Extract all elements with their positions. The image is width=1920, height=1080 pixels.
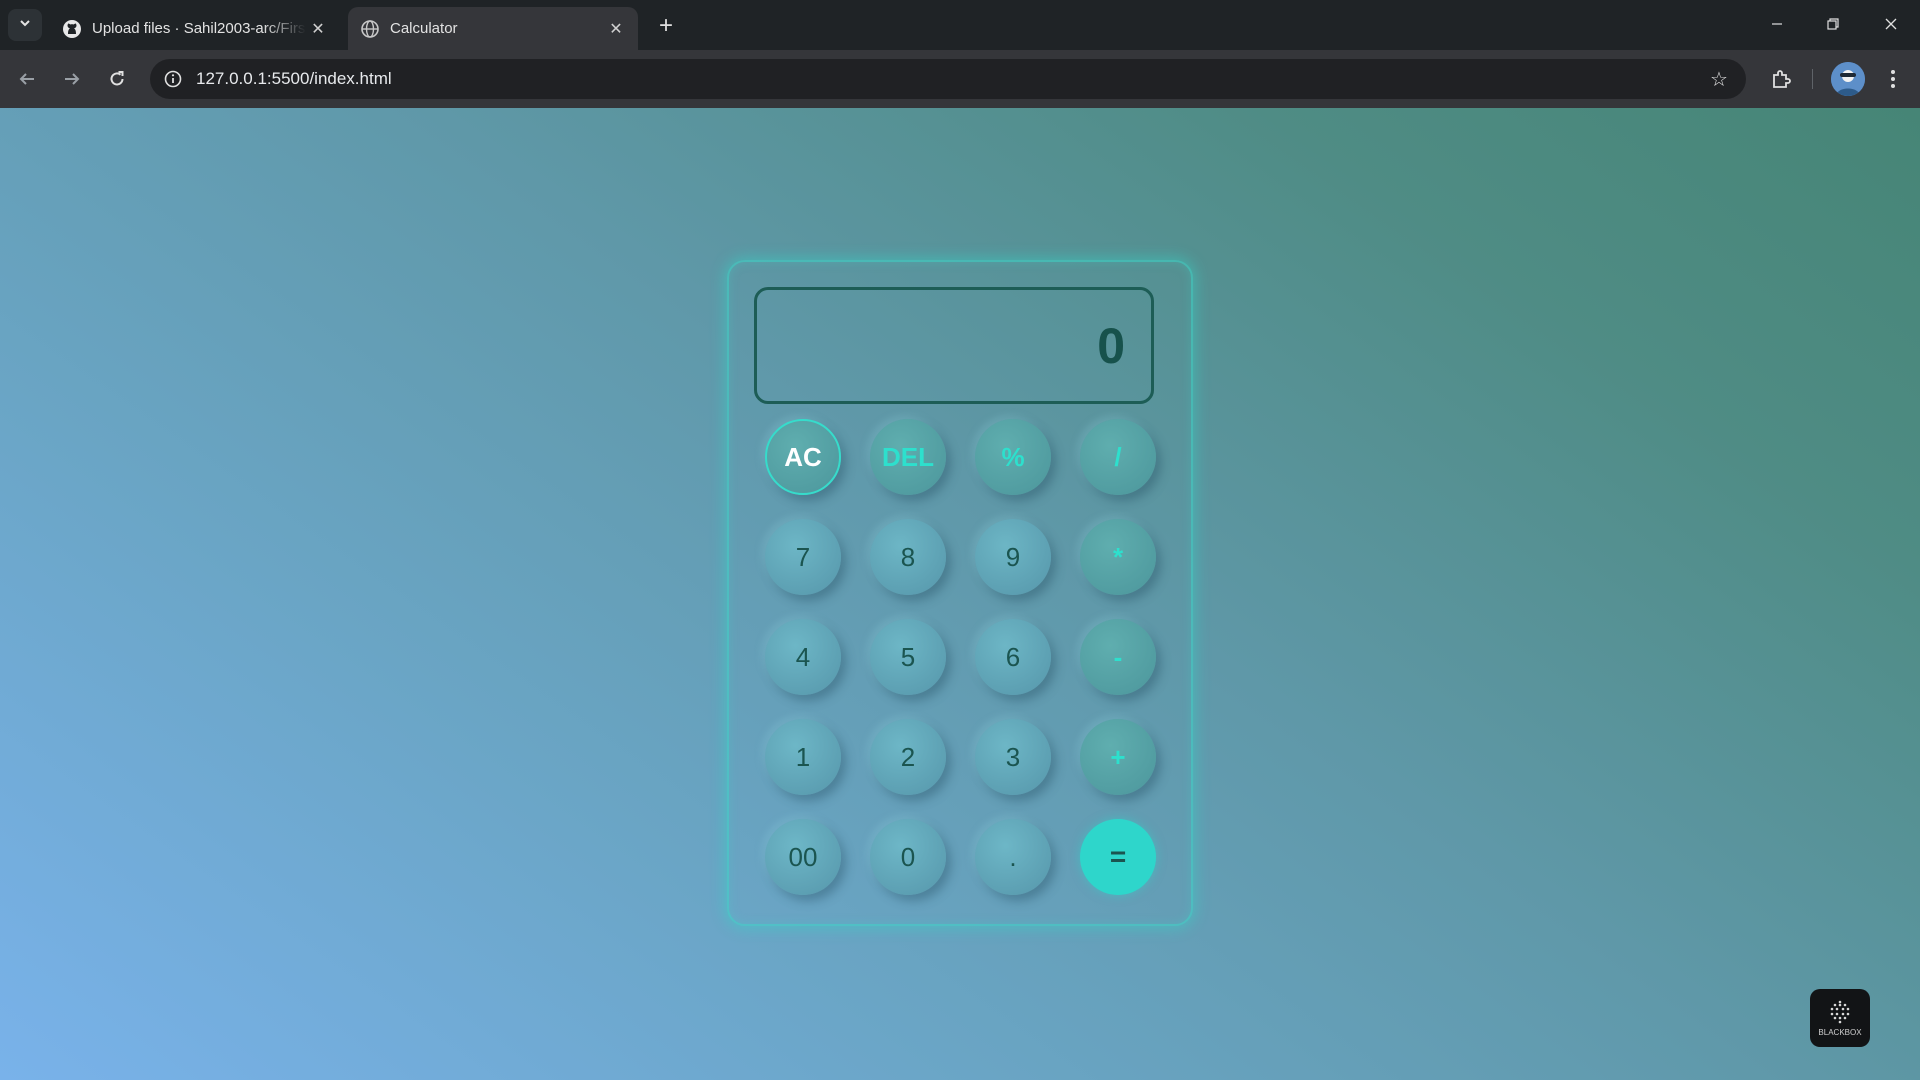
site-info-icon[interactable]: [162, 68, 184, 90]
key-multiply[interactable]: *: [1080, 519, 1156, 595]
key-add[interactable]: +: [1080, 719, 1156, 795]
key-delete[interactable]: DEL: [870, 419, 946, 495]
restore-icon[interactable]: [1810, 8, 1856, 40]
tab-upload-files[interactable]: Upload files · Sahil2003-arc/First ✕: [50, 7, 340, 50]
forward-icon[interactable]: [56, 63, 88, 95]
page-viewport: 0 AC DEL % / 7 8 9 * 4 5 6 - 1 2 3 + 00 …: [0, 108, 1920, 1080]
key-9[interactable]: 9: [975, 519, 1051, 595]
key-7[interactable]: 7: [765, 519, 841, 595]
globe-icon: [360, 19, 380, 39]
key-double-zero[interactable]: 00: [765, 819, 841, 895]
tab-search-button[interactable]: [8, 9, 42, 41]
minimize-icon[interactable]: [1754, 8, 1800, 40]
key-0[interactable]: 0: [870, 819, 946, 895]
toolbar-divider: [1812, 69, 1813, 89]
close-tab-icon[interactable]: ✕: [306, 17, 330, 41]
key-8[interactable]: 8: [870, 519, 946, 595]
tab-title: Calculator: [390, 20, 458, 37]
tab-title: Upload files · Sahil2003-arc/First: [92, 20, 306, 37]
close-tab-icon[interactable]: ✕: [604, 17, 628, 41]
calculator: 0 AC DEL % / 7 8 9 * 4 5 6 - 1 2 3 + 00 …: [727, 260, 1193, 926]
menu-kebab-icon[interactable]: [1877, 63, 1909, 95]
tab-strip: Upload files · Sahil2003-arc/First ✕ Cal…: [0, 0, 1920, 50]
key-equals[interactable]: =: [1080, 819, 1156, 895]
bookmark-star-icon[interactable]: ☆: [1704, 64, 1734, 94]
key-1[interactable]: 1: [765, 719, 841, 795]
extensions-icon[interactable]: [1765, 63, 1797, 95]
url-text: 127.0.0.1:5500/index.html: [196, 69, 392, 88]
key-5[interactable]: 5: [870, 619, 946, 695]
calculator-display: 0: [754, 287, 1154, 404]
close-window-icon[interactable]: [1868, 8, 1914, 40]
key-4[interactable]: 4: [765, 619, 841, 695]
reload-icon[interactable]: [101, 63, 133, 95]
key-3[interactable]: 3: [975, 719, 1051, 795]
key-subtract[interactable]: -: [1080, 619, 1156, 695]
chevron-down-icon: [18, 16, 32, 35]
key-percent[interactable]: %: [975, 419, 1051, 495]
key-all-clear[interactable]: AC: [765, 419, 841, 495]
key-6[interactable]: 6: [975, 619, 1051, 695]
key-decimal[interactable]: .: [975, 819, 1051, 895]
browser-toolbar: 127.0.0.1:5500/index.html ☆: [0, 50, 1920, 109]
blackbox-widget[interactable]: BLACKBOX: [1810, 989, 1870, 1047]
profile-avatar[interactable]: [1831, 62, 1865, 96]
back-icon[interactable]: [11, 63, 43, 95]
key-divide[interactable]: /: [1080, 419, 1156, 495]
blackbox-logo-icon: [1828, 1000, 1852, 1024]
address-bar[interactable]: 127.0.0.1:5500/index.html ☆: [150, 59, 1746, 99]
github-icon: [62, 19, 82, 39]
key-2[interactable]: 2: [870, 719, 946, 795]
tab-calculator[interactable]: Calculator ✕: [348, 7, 638, 50]
blackbox-label: BLACKBOX: [1818, 1027, 1862, 1037]
new-tab-button[interactable]: +: [652, 12, 680, 40]
